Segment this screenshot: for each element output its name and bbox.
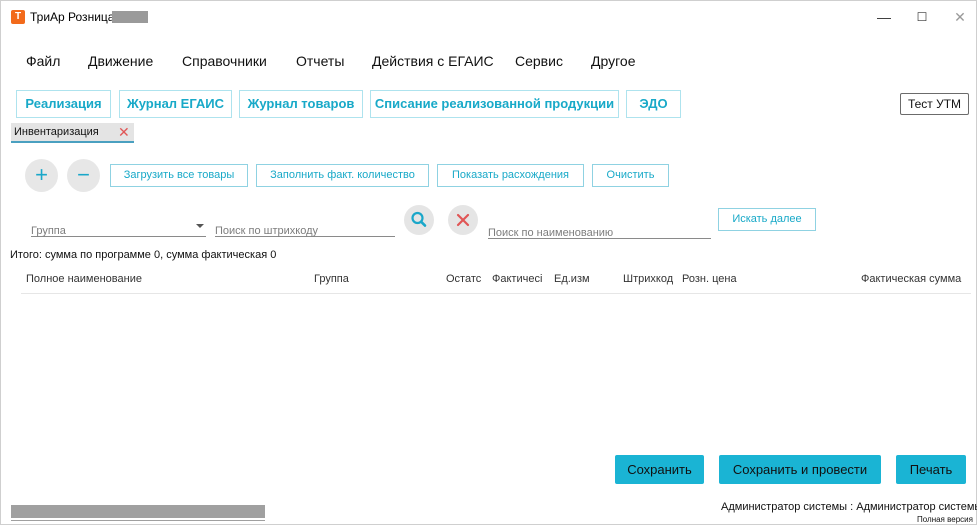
- menu-movement[interactable]: Движение: [88, 53, 153, 69]
- remove-row-button[interactable]: −: [67, 159, 100, 192]
- menu-file[interactable]: Файл: [26, 53, 60, 69]
- app-logo-icon: Т: [11, 10, 25, 24]
- close-window-button[interactable]: ✕: [945, 7, 975, 27]
- column-header-actual[interactable]: Фактичесі: [492, 273, 546, 285]
- barcode-search-input[interactable]: Поиск по штрихкоду: [215, 219, 395, 237]
- menu-egais-actions[interactable]: Действия с ЕГАИС: [372, 53, 494, 69]
- menu-other[interactable]: Другое: [591, 53, 635, 69]
- barcode-search-placeholder: Поиск по штрихкоду: [215, 225, 319, 237]
- totals-summary: Итого: сумма по программе 0, сумма факти…: [10, 249, 277, 261]
- search-more-button[interactable]: Искать далее: [718, 208, 816, 231]
- tab-egais-journal[interactable]: Журнал ЕГАИС: [119, 90, 232, 118]
- version-label: Полная версия: [917, 515, 973, 524]
- menu-reports[interactable]: Отчеты: [296, 53, 344, 69]
- save-and-post-button[interactable]: Сохранить и провести: [719, 455, 881, 484]
- column-header-actual-sum[interactable]: Фактическая сумма: [861, 273, 971, 285]
- column-header-group[interactable]: Группа: [314, 273, 414, 285]
- column-header-stock[interactable]: Остатс: [446, 273, 484, 285]
- show-discrepancies-button[interactable]: Показать расхождения: [437, 164, 584, 187]
- tab-edo[interactable]: ЭДО: [626, 90, 681, 118]
- group-select[interactable]: Группа: [31, 219, 206, 237]
- current-user-info: Администратор системы : Администратор си…: [721, 501, 977, 513]
- search-button[interactable]: [404, 205, 434, 235]
- table-header-divider: [21, 293, 971, 294]
- print-button[interactable]: Печать: [896, 455, 966, 484]
- status-divider: [11, 520, 265, 521]
- test-utm-button[interactable]: Тест УТМ: [900, 93, 969, 115]
- column-header-barcode[interactable]: Штрихкод: [623, 273, 675, 285]
- close-icon: [456, 213, 470, 227]
- status-redacted-block: [11, 505, 265, 518]
- tab-sales[interactable]: Реализация: [16, 90, 111, 118]
- column-header-unit[interactable]: Ед.изм: [554, 273, 604, 285]
- clear-search-button[interactable]: [448, 205, 478, 235]
- menu-service[interactable]: Сервис: [515, 53, 563, 69]
- title-bar: Т ТриАр Розница — ☐ ✕: [1, 1, 976, 31]
- document-tab-inventory[interactable]: Инвентаризация ✕: [11, 123, 134, 143]
- load-all-goods-button[interactable]: Загрузить все товары: [110, 164, 248, 187]
- app-window: Т ТриАр Розница — ☐ ✕ Файл Движение Спра…: [0, 0, 977, 525]
- name-search-placeholder: Поиск по наименованию: [488, 227, 614, 239]
- minimize-button[interactable]: —: [869, 7, 899, 27]
- document-tab-label: Инвентаризация: [14, 126, 99, 138]
- column-header-retail-price[interactable]: Розн. цена: [682, 273, 762, 285]
- maximize-button[interactable]: ☐: [907, 7, 937, 27]
- window-title: ТриАр Розница: [30, 10, 115, 24]
- name-search-input[interactable]: Поиск по наименованию: [488, 221, 711, 239]
- column-header-full-name[interactable]: Полное наименование: [26, 273, 226, 285]
- clear-button[interactable]: Очистить: [592, 164, 669, 187]
- fill-actual-quantity-button[interactable]: Заполнить факт. количество: [256, 164, 429, 187]
- chevron-down-icon: [196, 224, 204, 228]
- tab-write-off[interactable]: Списание реализованной продукции: [370, 90, 619, 118]
- save-button[interactable]: Сохранить: [615, 455, 704, 484]
- title-redacted-block: [112, 11, 148, 23]
- search-icon: [411, 211, 427, 227]
- tab-goods-journal[interactable]: Журнал товаров: [239, 90, 363, 118]
- add-row-button[interactable]: +: [25, 159, 58, 192]
- close-tab-icon[interactable]: ✕: [118, 124, 130, 140]
- group-select-placeholder: Группа: [31, 225, 66, 237]
- menu-directories[interactable]: Справочники: [182, 53, 267, 69]
